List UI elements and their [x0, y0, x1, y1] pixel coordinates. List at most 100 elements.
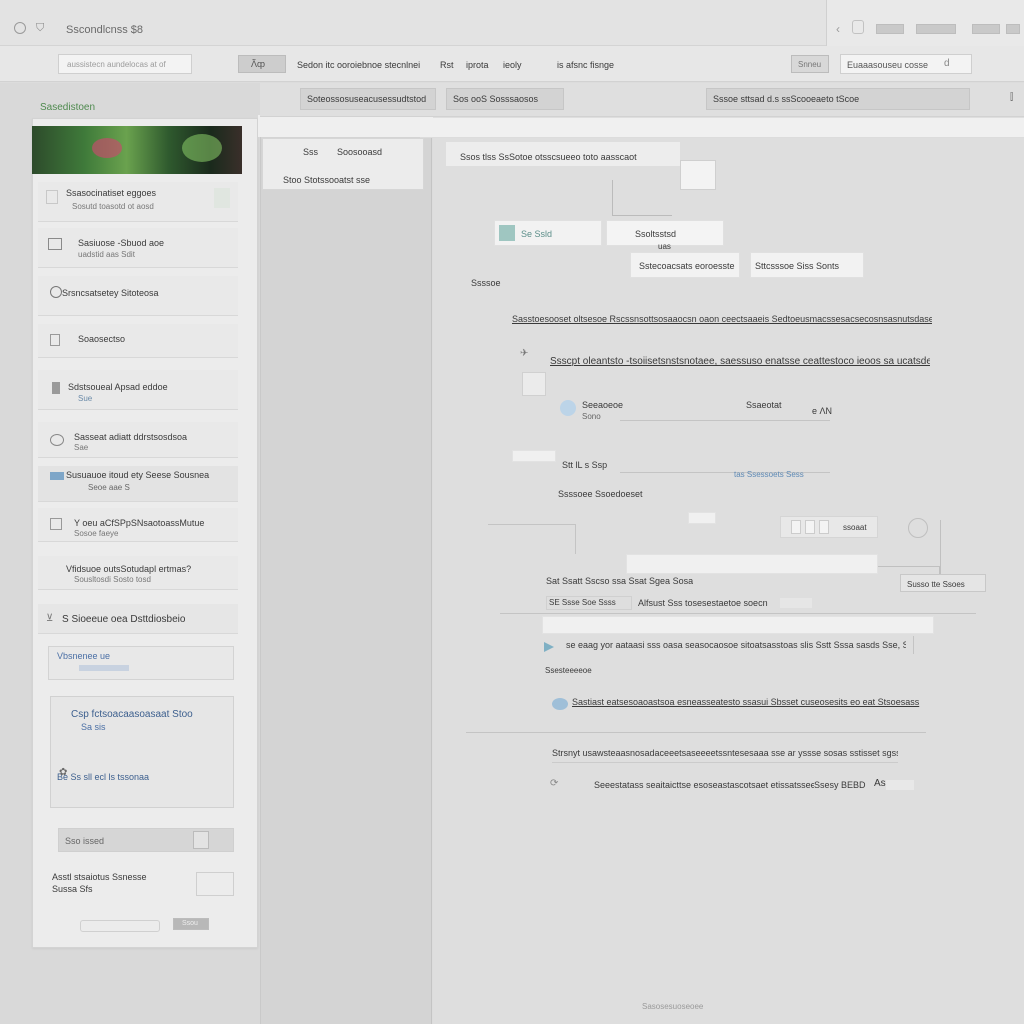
slider-track[interactable]: [80, 920, 160, 932]
toolbar-right-field[interactable]: Euaaasouseu cosse: [840, 54, 972, 74]
section-label-2: Ssesteeeeoe: [545, 666, 592, 675]
window-button-3[interactable]: [972, 24, 1000, 34]
menu-item-4[interactable]: ieoly: [503, 60, 522, 70]
chip-left2[interactable]: Sstecoacsats eoroesste: [630, 252, 740, 278]
sidebar-search[interactable]: Sso issed: [58, 828, 234, 852]
window-button-2[interactable]: [916, 24, 956, 34]
row5-end: [908, 636, 914, 654]
link-icon[interactable]: ⟳: [550, 778, 566, 792]
sidebar-item-sub: uadstid aas Sdit: [78, 250, 135, 259]
sidebar-item-4[interactable]: Soaosectso: [38, 324, 238, 358]
sidebar-footer-title: Asstl stsaiotus Ssnesse: [52, 872, 147, 882]
footer-link[interactable]: Sasosesuoseoee: [642, 1002, 703, 1011]
toggle-a[interactable]: [791, 520, 801, 534]
menu-item-5[interactable]: is afsnc fisnge: [557, 60, 614, 70]
promo-link[interactable]: Be Ss sll ecl ls tssonaa: [57, 772, 233, 782]
toggle-b[interactable]: [805, 520, 815, 534]
dropdown-icon[interactable]: d: [944, 58, 950, 69]
chip-mid-label: Ssoltsstsd: [635, 229, 677, 239]
toolbar-small-button[interactable]: Ʌ̃ȹ: [238, 55, 286, 73]
chip-left2-label: Sstecoacsats eoroesste: [639, 261, 735, 271]
sidebar-item-8[interactable]: Y oeu aCfSPpSNsaotoassMutue Sosoe faeye: [38, 508, 238, 542]
sidebar-item-6[interactable]: Sasseat adiatt ddrstsosdsoa Sae: [38, 422, 238, 458]
sidebar-item-7[interactable]: Susuauoe itoud ety Seese Sousnea Seoe aa…: [38, 466, 238, 502]
plant-thumbnail[interactable]: [32, 126, 242, 174]
row4-pill: [780, 598, 812, 608]
chip-left[interactable]: Se Ssld: [494, 220, 602, 246]
drop-icon: [560, 400, 576, 416]
toggle-group[interactable]: ssoaat: [780, 516, 878, 538]
sidebar-item-title: Y oeu aCfSPpSNsaotoassMutue: [74, 518, 205, 528]
footer-button[interactable]: Ssou: [173, 918, 209, 930]
divider: [620, 420, 830, 421]
toolbar-right-button-label: Snneu: [798, 60, 822, 69]
sidebar-item-9[interactable]: Vfidsuoe outsSotudapl ertmas? Sousltosdi…: [38, 556, 238, 590]
sidebar-item-10[interactable]: S Sioeeue oea Dsttdiosbeio ⊻: [38, 604, 238, 634]
address-placeholder: aussistecn aundelocas at of: [67, 60, 166, 69]
row3-a: Sat Ssatt Sscso ssa Ssat Sgea Sosa: [546, 576, 694, 586]
label-2: Ssssoee Ssoedoeset: [558, 489, 643, 499]
tab-label: Soteossosuseacusessudtstod: [307, 94, 427, 104]
tab-3[interactable]: Sssoe sttsad d.s ssScooeaeto tScoe: [706, 88, 970, 110]
link-1[interactable]: tas Ssessoets Sess: [734, 470, 804, 479]
window-button-4[interactable]: [1006, 24, 1020, 34]
attachment-icon[interactable]: [522, 372, 546, 396]
sidebar-item-title: Soaosectso: [78, 334, 126, 344]
bookmark-icon: [214, 188, 230, 208]
section-label: Ssssoe: [471, 278, 501, 288]
refresh-icon[interactable]: [852, 20, 864, 34]
divider: [500, 613, 976, 614]
folder-icon: [50, 472, 64, 480]
circle-icon[interactable]: [14, 22, 26, 34]
toggle-left[interactable]: [688, 512, 716, 524]
sidebar-footer-sub: Sussa Sfs: [52, 884, 93, 894]
grid-icon: [50, 518, 62, 530]
menu-item-2[interactable]: Rst: [440, 60, 454, 70]
search-icon[interactable]: [193, 831, 209, 849]
row8-a: Seeestatass seaitaicttse esoseastascotsa…: [594, 780, 814, 790]
chip-right2[interactable]: Sttcsssoe Siss Sonts: [750, 252, 864, 278]
menu-item-3[interactable]: iprota: [466, 60, 489, 70]
row8-c: As: [874, 778, 886, 789]
promo-card[interactable]: Csp fctsoacaasoasaat Stoo Sa sis ✿ Be Ss…: [50, 696, 234, 808]
tab-1[interactable]: Soteossosuseacusessudtstod: [300, 88, 436, 110]
footer-icon-box[interactable]: [196, 872, 234, 896]
middle-popover[interactable]: Sss Soosooasd Stoo Stotssooatst sse: [262, 138, 424, 190]
small-field[interactable]: [512, 450, 556, 462]
address-bar[interactable]: aussistecn aundelocas at of: [58, 54, 192, 74]
sidebar-item-sub: Seoe aae S: [88, 483, 130, 492]
sidebar-item-title: Srsncsatsetey Sitoteosa: [62, 288, 159, 298]
breadcrumb: Ssos tlss SsSotoe otsscsueeo toto aassca…: [460, 152, 637, 162]
row-sub: Sono: [582, 412, 601, 421]
window-button-1[interactable]: [876, 24, 904, 34]
row7: Strsnyt usawsteaasnosadaceeetsaseeeetssn…: [552, 748, 898, 758]
sidebar-item-title: Susuauoe itoud ety Seese Sousnea: [66, 470, 210, 480]
sidebar-item-sub: Sosoe faeye: [74, 529, 119, 538]
connector-line: [612, 180, 672, 216]
row4-box[interactable]: SE Ssse Soe Ssss: [546, 596, 632, 610]
sidebar-item-sub: Sousltosdi Sosto tosd: [74, 575, 151, 584]
row-right: Ssaeotat: [746, 400, 782, 410]
chat-icon: [50, 434, 64, 446]
sidebar-item-3[interactable]: Srsncsatsetey Sitoteosa: [38, 276, 238, 316]
sidebar-item-5[interactable]: Sdstsoueal Apsad eddoe Sue: [38, 370, 238, 410]
sidebar-item-2[interactable]: Sasiuose ‑Sbuod aoe uadstid aas Sdit: [38, 228, 238, 268]
doc-icon: [46, 190, 58, 204]
toggle-c[interactable]: [819, 520, 829, 534]
input-bar[interactable]: [626, 554, 878, 574]
menu-item-1[interactable]: Sedon itc ooroiebnoe stecnlnei: [297, 60, 420, 70]
row3-right-box[interactable]: Susso tte Ssoes: [900, 574, 986, 592]
tab-2[interactable]: Sos ooS Sosssaosos: [446, 88, 564, 110]
toolbar-right-button[interactable]: Snneu: [791, 55, 829, 73]
settings-icon[interactable]: [908, 518, 928, 538]
sidebar-item-sub: Sae: [74, 443, 89, 452]
question-text: Ssscpt oleantsto ‑tsoiisetsnstsnotaee, s…: [550, 356, 930, 367]
back-icon[interactable]: ‹: [836, 22, 840, 36]
sidebar-item-1[interactable]: Ssasocinatiset eggoes Sosutd toasotd ot …: [38, 182, 238, 222]
row8-pill: [886, 780, 914, 790]
popover-line1-a: Sss: [303, 147, 319, 157]
tab-close-icon[interactable]: ⫿: [1010, 92, 1013, 103]
shield-icon[interactable]: ⛉: [36, 22, 44, 35]
tool-icon[interactable]: [680, 160, 716, 190]
link-box[interactable]: Vbsnenee ue: [48, 646, 234, 680]
